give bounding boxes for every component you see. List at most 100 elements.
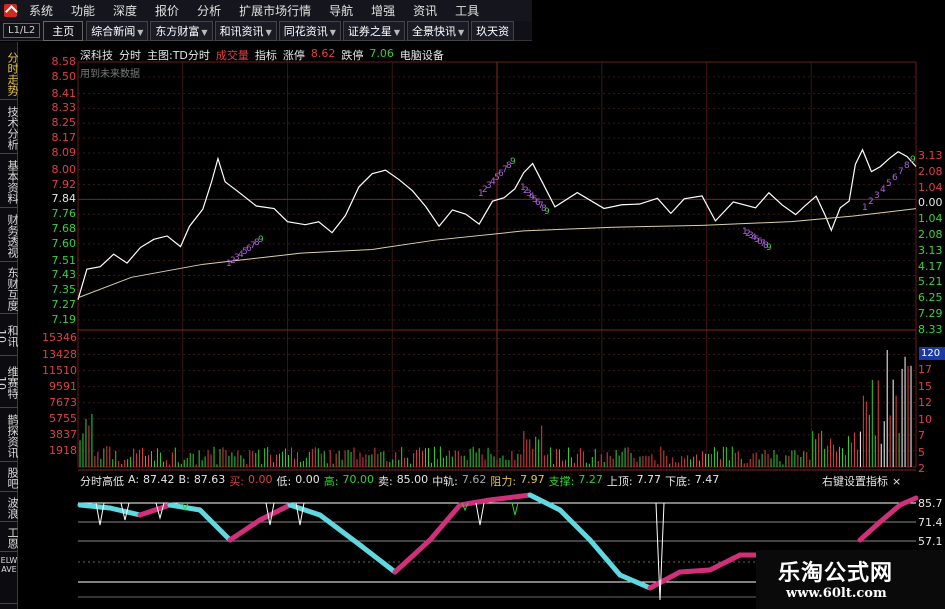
oscillator-segment — [457, 497, 493, 508]
volume-tick-right: 2 — [918, 462, 925, 475]
indicator-tick: 71.4 — [918, 516, 943, 529]
oscillator-segment — [257, 502, 293, 523]
price-tick: 8.17 — [51, 131, 77, 145]
price-tick: 7.27 — [51, 298, 77, 312]
volume-tick: 15346 — [42, 331, 77, 345]
percent-tick: 2.08 — [918, 164, 943, 178]
price-tick: 8.33 — [51, 101, 77, 115]
td-marker: 9 — [910, 155, 916, 165]
volume-tick: 3837 — [49, 427, 77, 441]
td-marker: 9 — [766, 243, 772, 253]
price-tick: 7.43 — [51, 268, 77, 282]
buy-label: 买: — [229, 475, 245, 488]
td-marker: 9 — [510, 157, 516, 167]
resist-value: 7.97 — [520, 473, 545, 486]
oscillator-segment — [557, 507, 593, 543]
volume-tick: 7673 — [49, 395, 77, 409]
td-marker: 2 — [868, 197, 874, 207]
volume-tick: 1918 — [49, 443, 77, 457]
percent-tick: 1.04 — [918, 180, 943, 194]
price-tick: 7.92 — [51, 177, 77, 191]
percent-tick: 4.17 — [918, 259, 943, 273]
td-marker: 1 — [862, 203, 868, 213]
price-tick: 7.51 — [51, 253, 77, 267]
limit-up-value: 8.62 — [310, 47, 336, 60]
main-chart-type[interactable]: 主图:TD分时 — [147, 47, 210, 63]
stock-chart-canvas[interactable]: 1234567891234567891234567891234567891234… — [0, 0, 945, 609]
watermark-url: www.60lt.com — [786, 586, 887, 601]
oscillator-segment — [487, 492, 533, 503]
close-icon[interactable]: × — [892, 475, 901, 488]
sector-label[interactable]: 电脑设备 — [400, 47, 444, 63]
oscillator-segment — [137, 502, 173, 518]
oscillator-segment — [857, 519, 883, 543]
price-tick: 7.76 — [51, 207, 77, 221]
td-marker: 9 — [544, 207, 550, 217]
b-label: B: — [178, 473, 190, 486]
mid-value: 7.62 — [461, 473, 487, 486]
volume-tick-right: 10 — [918, 412, 932, 426]
stock-name: 深科技 — [80, 49, 113, 62]
indicator-label[interactable]: 指标 — [255, 47, 277, 63]
td-marker: 7 — [898, 167, 904, 177]
td-marker: 3 — [874, 191, 880, 201]
oscillator-segment — [77, 502, 113, 511]
sell-value: 85.00 — [396, 473, 429, 486]
price-tick: 7.19 — [51, 313, 77, 326]
bottom-label: 下底: — [665, 475, 691, 488]
indicator-tick: 57.1 — [918, 535, 943, 548]
resist-label: 阻力: — [490, 475, 517, 488]
volume-badge: 120 — [919, 347, 945, 360]
volume-label[interactable]: 成交量 — [216, 47, 249, 63]
sell-label: 卖: — [377, 475, 393, 488]
chart-mode[interactable]: 分时 — [119, 47, 141, 63]
high-value: 70.00 — [342, 473, 374, 486]
price-tick: 8.50 — [51, 69, 77, 83]
price-tick: 7.35 — [51, 283, 77, 297]
indicator-tick: 85.7 — [918, 497, 943, 510]
volume-tick: 5755 — [49, 411, 77, 425]
price-tick: 8.58 — [51, 55, 77, 68]
indicator-name[interactable]: 分时高低 — [80, 473, 124, 489]
percent-tick: 2.08 — [918, 228, 943, 241]
price-tick: 8.00 — [51, 162, 77, 176]
low-label: 低: — [276, 475, 292, 488]
buy-value: 0.00 — [248, 473, 273, 486]
limit-down-label: 跌停 — [341, 49, 364, 62]
price-tick: 8.41 — [51, 86, 77, 100]
limit-up-label: 涨停 — [282, 49, 305, 62]
oscillator-segment — [897, 495, 919, 508]
volume-tick-right: 7 — [918, 429, 925, 442]
bottom-value: 7.47 — [694, 473, 720, 486]
oscillator-segment — [197, 507, 233, 543]
right-click-settings[interactable]: 右键设置指标 — [822, 475, 888, 488]
volume-tick-right: 15 — [918, 379, 932, 393]
oscillator-segment — [357, 542, 398, 575]
volume-tick: 9591 — [49, 379, 77, 393]
low-value: 0.00 — [295, 473, 320, 486]
a-label: A: — [128, 473, 140, 486]
oscillator-segment — [392, 537, 433, 575]
td-marker: 5 — [886, 179, 892, 189]
percent-tick: 8.33 — [918, 322, 943, 336]
stock-header: 深科技 分时 主图:TD分时 成交量 指标 涨停 8.62 跌停 7.06 电脑… — [80, 47, 444, 63]
percent-tick: 6.25 — [918, 291, 943, 305]
volume-tick-right: 5 — [918, 445, 925, 459]
a-value: 87.42 — [143, 473, 175, 486]
oscillator-segment — [877, 502, 903, 525]
indicator-spike — [511, 502, 519, 516]
b-value: 87.63 — [193, 473, 226, 486]
percent-tick: 1.04 — [918, 212, 943, 226]
oscillator-segment — [227, 517, 263, 543]
price-tick: 8.25 — [51, 116, 77, 130]
price-tick: 7.84 — [51, 192, 77, 206]
volume-tick: 11510 — [42, 363, 77, 377]
watermark-title: 乐淘公式网 — [778, 560, 894, 586]
td-marker: 9 — [258, 235, 264, 245]
indicator-settings: 右键设置指标 × — [822, 473, 901, 489]
top-label: 上顶: — [606, 475, 633, 488]
percent-tick: 5.21 — [918, 275, 943, 289]
oscillator-segment — [677, 567, 713, 575]
oscillator-segment — [107, 505, 143, 518]
watermark: 乐淘公式网 www.60lt.com — [756, 550, 945, 609]
